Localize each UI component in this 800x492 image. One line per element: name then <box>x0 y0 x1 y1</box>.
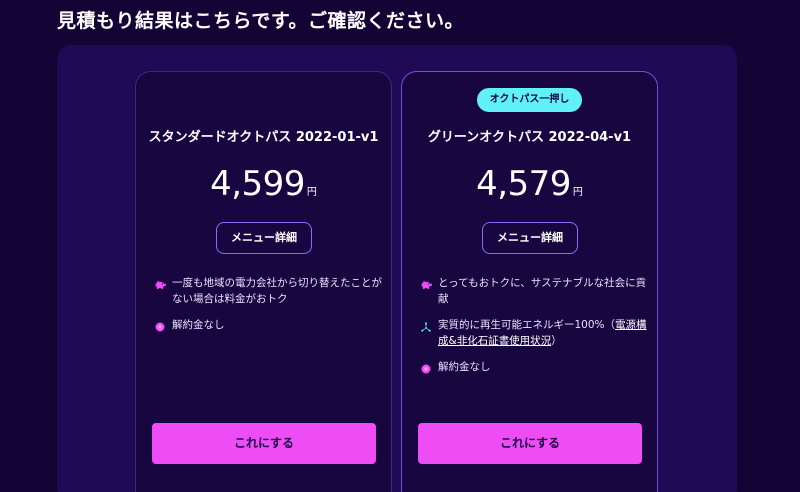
feature-text: 解約金なし <box>438 361 491 373</box>
feature-text-prefix: 実質的に再生可能エネルギー100%（ <box>438 319 616 331</box>
feature-text: とってもおトクに、サステナブルな社会に貢献 <box>438 277 647 305</box>
wind-turbine-icon <box>418 322 434 334</box>
plan-card-green: オクトパス一押し グリーンオクトパス 2022-04-v1 4,579 円 メニュ… <box>401 71 658 492</box>
feature-item: 解約金なし <box>152 317 382 333</box>
price-unit: 円 <box>572 187 583 198</box>
piggy-bank-icon <box>152 280 168 289</box>
menu-details-button[interactable]: メニュー詳細 <box>482 222 578 254</box>
plan-price: 4,599 <box>210 164 305 204</box>
price-row: 4,579 円 <box>402 164 657 204</box>
plan-name: スタンダードオクトパス 2022-01-v1 <box>148 130 379 145</box>
piggy-bank-icon <box>418 280 434 289</box>
price-unit: 円 <box>306 187 317 198</box>
plan-name: グリーンオクトパス 2022-04-v1 <box>427 130 632 145</box>
feature-text: 一度も地域の電力会社から切り替えたことがない場合は料金がおトク <box>172 277 382 305</box>
dot-icon <box>418 364 434 374</box>
page-heading: 見積もり結果はこちらです。ご確認ください。 <box>57 10 465 32</box>
menu-details-button[interactable]: メニュー詳細 <box>216 222 312 254</box>
plan-card-standard: スタンダードオクトパス 2022-01-v1 4,599 円 メニュー詳細 一度も… <box>135 71 392 492</box>
price-row: 4,599 円 <box>136 164 391 204</box>
feature-text: 解約金なし <box>172 319 225 331</box>
feature-text-suffix: ） <box>551 335 562 347</box>
select-plan-button[interactable]: これにする <box>418 423 642 464</box>
feature-item: 一度も地域の電力会社から切り替えたことがない場合は料金がおトク <box>152 275 382 307</box>
dot-icon <box>152 322 168 332</box>
feature-item: 実質的に再生可能エネルギー100%（電源構成&非化石証書使用状況） <box>418 317 648 349</box>
recommended-badge: オクトパス一押し <box>477 88 582 112</box>
feature-text: 実質的に再生可能エネルギー100%（電源構成&非化石証書使用状況） <box>438 317 648 349</box>
plan-price: 4,579 <box>476 164 571 204</box>
select-plan-button[interactable]: これにする <box>152 423 376 464</box>
feature-item: とってもおトクに、サステナブルな社会に貢献 <box>418 275 648 307</box>
feature-item: 解約金なし <box>418 359 648 375</box>
